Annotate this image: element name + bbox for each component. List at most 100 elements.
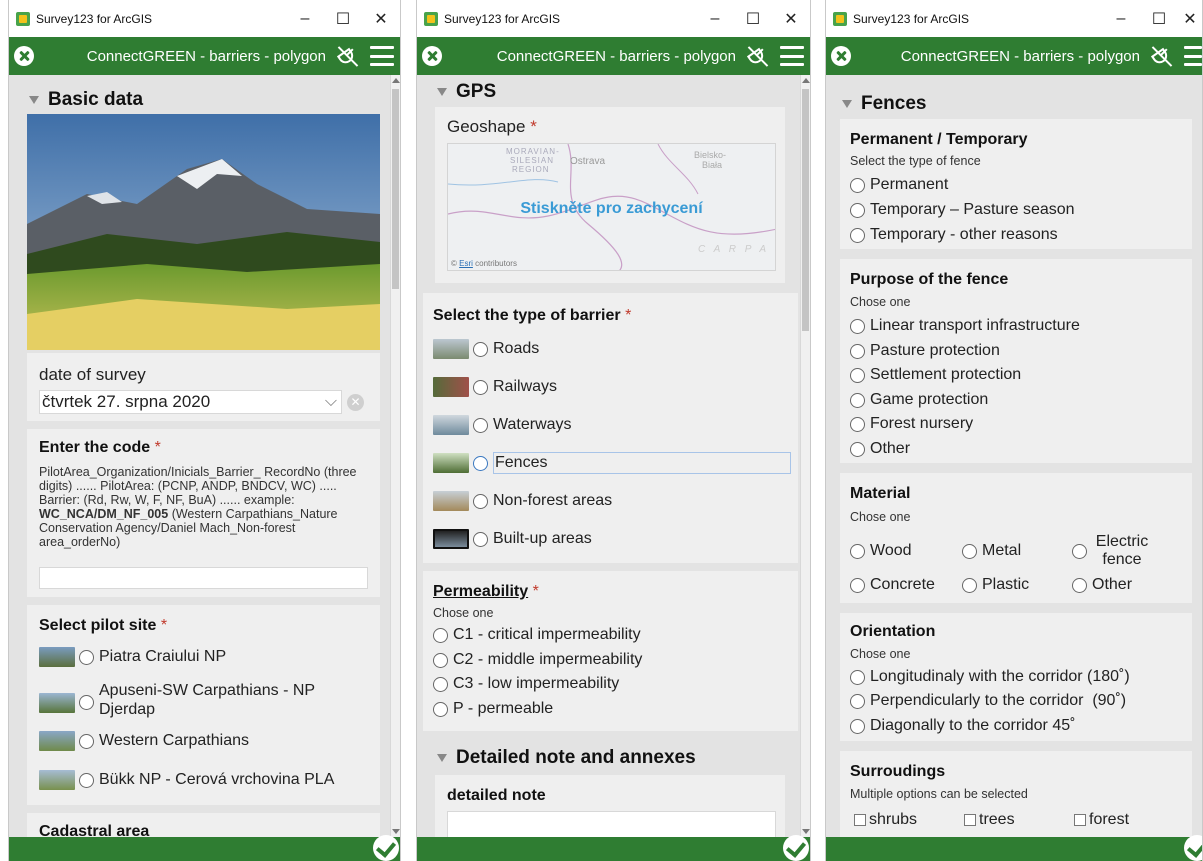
- submit-check-icon[interactable]: [1184, 835, 1202, 861]
- radio-icon[interactable]: [473, 417, 488, 433]
- gps-off-icon[interactable]: [746, 44, 770, 68]
- clear-icon[interactable]: ✕: [347, 394, 364, 411]
- perm-option[interactable]: C3 - low impermeability: [433, 672, 619, 696]
- surr-option[interactable]: forest: [1074, 808, 1129, 832]
- group-basic-data[interactable]: Basic data: [29, 89, 143, 111]
- menu-icon[interactable]: [780, 46, 804, 66]
- checkbox-icon[interactable]: [854, 814, 866, 826]
- orient-option[interactable]: Longitudinaly with the corridor (180˚): [850, 665, 1130, 689]
- code-input[interactable]: [39, 567, 368, 589]
- radio-icon[interactable]: [473, 531, 488, 547]
- material-option[interactable]: Concrete: [850, 573, 935, 597]
- menu-icon[interactable]: [370, 46, 394, 66]
- radio-icon[interactable]: [850, 177, 865, 193]
- purpose-option[interactable]: Other: [850, 437, 910, 461]
- radio-icon[interactable]: [79, 649, 94, 665]
- menu-icon[interactable]: [1184, 46, 1202, 66]
- radio-icon[interactable]: [850, 441, 865, 457]
- radio-icon[interactable]: [1072, 543, 1087, 559]
- material-option[interactable]: Wood: [850, 539, 912, 563]
- window-close-button[interactable]: ✕: [772, 9, 810, 29]
- barrier-option-non-forest[interactable]: Non-forest areas: [433, 489, 612, 513]
- orient-option[interactable]: Perpendicularly to the corridor (90˚): [850, 689, 1126, 713]
- perm-option[interactable]: P - permeable: [433, 697, 553, 721]
- barrier-option-roads[interactable]: Roads: [433, 337, 539, 361]
- purpose-option[interactable]: Forest nursery: [850, 412, 973, 436]
- note-input[interactable]: [447, 811, 776, 837]
- scrollbar-thumb[interactable]: [392, 89, 399, 289]
- material-option[interactable]: Plastic: [962, 573, 1029, 597]
- radio-icon[interactable]: [962, 577, 977, 593]
- scroll-up-icon[interactable]: [802, 78, 810, 83]
- barrier-option-waterways[interactable]: Waterways: [433, 413, 572, 437]
- purpose-option[interactable]: Game protection: [850, 388, 988, 412]
- radio-icon[interactable]: [850, 202, 865, 218]
- radio-icon[interactable]: [850, 367, 865, 383]
- maximize-button[interactable]: ☐: [1140, 9, 1178, 29]
- gps-off-icon[interactable]: [336, 44, 360, 68]
- maximize-button[interactable]: ☐: [734, 9, 772, 29]
- group-detailed-note[interactable]: Detailed note and annexes: [437, 747, 696, 769]
- orient-option[interactable]: Diagonally to the corridor 45˚: [850, 714, 1075, 738]
- scrollbar[interactable]: [390, 75, 400, 837]
- scroll-up-icon[interactable]: [392, 78, 400, 83]
- radio-icon[interactable]: [850, 718, 865, 734]
- pt-option[interactable]: Temporary - other reasons: [850, 223, 1058, 247]
- maximize-button[interactable]: ☐: [324, 9, 362, 29]
- material-option[interactable]: Other: [1072, 573, 1132, 597]
- minimize-button[interactable]: –: [286, 10, 324, 28]
- radio-icon[interactable]: [433, 652, 448, 668]
- checkbox-icon[interactable]: [964, 814, 976, 826]
- scrollbar-thumb[interactable]: [802, 89, 809, 331]
- close-icon[interactable]: [422, 46, 442, 66]
- scroll-down-icon[interactable]: [802, 829, 810, 834]
- radio-icon[interactable]: [433, 676, 448, 692]
- group-fences[interactable]: Fences: [842, 93, 926, 115]
- pilot-option[interactable]: Piatra Craiului NP: [39, 645, 226, 669]
- close-icon[interactable]: [831, 46, 851, 66]
- perm-option[interactable]: C2 - middle impermeability: [433, 648, 642, 672]
- surr-option[interactable]: trees: [964, 808, 1015, 832]
- radio-icon[interactable]: [433, 627, 448, 643]
- checkbox-icon[interactable]: [1074, 814, 1086, 826]
- submit-check-icon[interactable]: [373, 835, 399, 861]
- submit-check-icon[interactable]: [783, 835, 809, 861]
- scroll-down-icon[interactable]: [392, 829, 400, 834]
- date-picker[interactable]: čtvrtek 27. srpna 2020 ⌵: [39, 390, 342, 414]
- purpose-option[interactable]: Pasture protection: [850, 339, 1000, 363]
- barrier-option-built-up[interactable]: Built-up areas: [433, 527, 592, 551]
- radio-icon[interactable]: [79, 733, 94, 749]
- purpose-option[interactable]: Settlement protection: [850, 363, 1021, 387]
- gps-off-icon[interactable]: [1150, 44, 1174, 68]
- radio-icon[interactable]: [850, 343, 865, 359]
- radio-icon[interactable]: [962, 543, 977, 559]
- radio-icon[interactable]: [79, 695, 94, 710]
- window-close-button[interactable]: ✕: [1178, 9, 1202, 29]
- radio-icon[interactable]: [79, 772, 94, 788]
- window-close-button[interactable]: ✕: [362, 9, 400, 29]
- group-gps[interactable]: GPS: [437, 81, 496, 103]
- radio-icon[interactable]: [433, 701, 448, 717]
- pt-option[interactable]: Permanent: [850, 173, 948, 197]
- radio-icon[interactable]: [850, 392, 865, 408]
- minimize-button[interactable]: –: [696, 10, 734, 28]
- radio-icon[interactable]: [473, 493, 488, 509]
- radio-icon[interactable]: [473, 341, 488, 357]
- perm-option[interactable]: C1 - critical impermeability: [433, 623, 641, 647]
- pilot-option[interactable]: Apuseni-SW Carpathians - NP Djerdap: [39, 681, 339, 725]
- radio-icon[interactable]: [850, 318, 865, 334]
- radio-icon[interactable]: [473, 379, 488, 395]
- radio-icon[interactable]: [850, 669, 865, 685]
- radio-icon[interactable]: [850, 693, 865, 709]
- radio-icon[interactable]: [850, 543, 865, 559]
- close-icon[interactable]: [14, 46, 34, 66]
- radio-icon[interactable]: [473, 455, 488, 471]
- chevron-down-icon[interactable]: ⌵: [325, 393, 337, 411]
- purpose-option[interactable]: Linear transport infrastructure: [850, 314, 1080, 338]
- barrier-option-railways[interactable]: Railways: [433, 375, 557, 399]
- pt-option[interactable]: Temporary – Pasture season: [850, 198, 1075, 222]
- radio-icon[interactable]: [850, 416, 865, 432]
- radio-icon[interactable]: [850, 227, 865, 243]
- material-option[interactable]: Electric fence: [1072, 531, 1152, 571]
- geoshape-map[interactable]: MORAVIAN- SILESIAN REGION Ostrava Bielsk…: [447, 143, 776, 271]
